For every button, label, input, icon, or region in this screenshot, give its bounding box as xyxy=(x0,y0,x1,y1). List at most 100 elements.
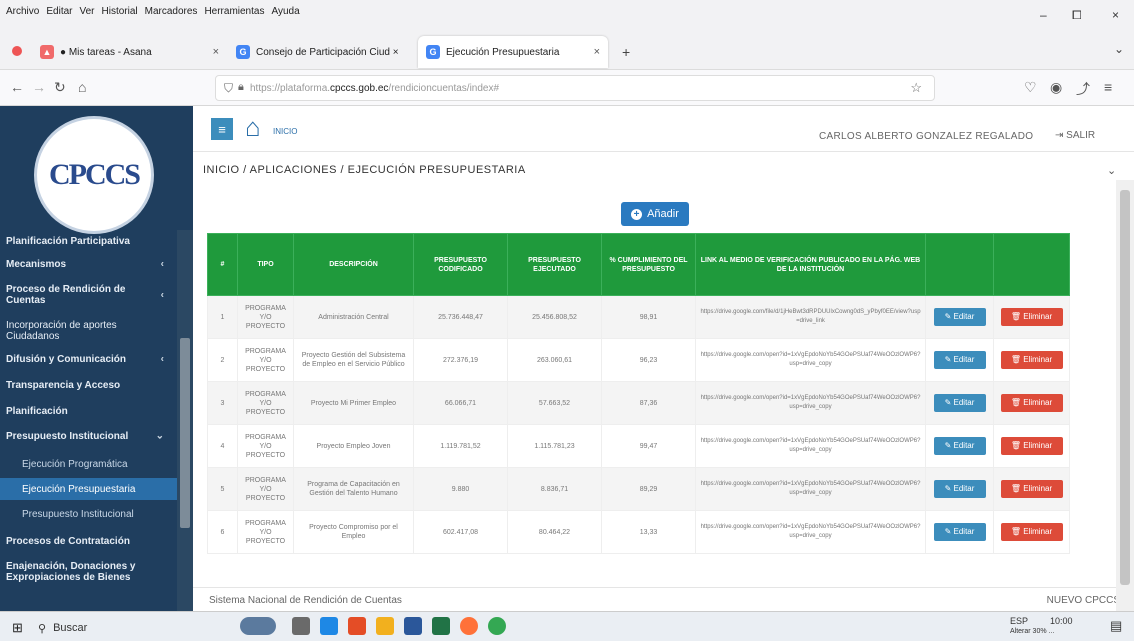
column-header-4[interactable]: PRESUPUESTO CODIFICADO xyxy=(413,233,508,296)
sidebar-toggle-button[interactable]: ≡ xyxy=(211,118,233,140)
add-button-label: Añadir xyxy=(647,208,679,220)
collapse-chevron-icon[interactable]: ⌄ xyxy=(1107,164,1116,177)
back-arrow-icon[interactable]: ← xyxy=(10,79,24,95)
edit-button[interactable]: ✎ Editar xyxy=(933,437,986,455)
edge-icon[interactable] xyxy=(320,617,338,635)
column-header-3[interactable]: DESCRIPCIÓN xyxy=(293,233,414,296)
logout-link[interactable]: ⇥ SALIR xyxy=(1055,130,1095,141)
bookmark-star-icon[interactable]: ☆ xyxy=(910,80,922,96)
file-explorer-icon[interactable] xyxy=(376,617,394,635)
cpccs-logo[interactable]: CPCCS xyxy=(34,116,154,234)
windows-start-icon[interactable]: ⊞ xyxy=(12,620,23,636)
menu-item-archivo[interactable]: Archivo xyxy=(6,6,39,17)
office-icon[interactable] xyxy=(348,617,366,635)
home-icon[interactable]: ⌂ xyxy=(78,79,86,95)
delete-button[interactable]: 🗑︎ Eliminar xyxy=(1000,480,1063,498)
delete-button[interactable]: 🗑︎ Eliminar xyxy=(1000,437,1063,455)
sidebar-item-6[interactable]: Transparencia y Acceso xyxy=(0,370,178,400)
home-icon[interactable]: ⌂ xyxy=(245,114,261,140)
reload-icon[interactable]: ↻ xyxy=(54,79,66,96)
page-scrollbar[interactable] xyxy=(1116,180,1134,611)
cell-link[interactable]: https://drive.google.com/open?id=1xVgEpd… xyxy=(695,467,926,511)
edit-button[interactable]: ✎ Editar xyxy=(933,308,986,326)
edit-button[interactable]: ✎ Editar xyxy=(933,351,986,369)
cell-link[interactable]: https://drive.google.com/open?id=1xVgEpd… xyxy=(695,510,926,554)
url-bar[interactable]: ⛉ 🔒︎ https://plataforma. cpccs.gob.ec/ren… xyxy=(215,75,935,101)
menu-item-historial[interactable]: Historial xyxy=(102,6,138,17)
sidebar-scroll-thumb[interactable] xyxy=(180,338,190,528)
column-header-6[interactable]: % CUMPLIMIENTO DEL PRESUPUESTO xyxy=(601,233,696,296)
notifications-icon[interactable]: ▤ xyxy=(1110,618,1122,634)
sidebar-item-1[interactable]: Planificación Participativa xyxy=(0,230,178,252)
close-window-button[interactable]: × xyxy=(1112,8,1119,22)
delete-button[interactable]: 🗑︎ Eliminar xyxy=(1000,351,1063,369)
sidebar-item-13[interactable]: Enajenación, Donaciones y Expropiaciones… xyxy=(0,554,178,590)
page-scroll-thumb[interactable] xyxy=(1120,190,1130,585)
cell-link[interactable]: https://drive.google.com/open?id=1xVgEpd… xyxy=(695,424,926,468)
lock-icon[interactable]: 🔒︎ xyxy=(238,81,244,94)
app-menu-icon[interactable]: ≡ xyxy=(1104,79,1112,95)
delete-button[interactable]: 🗑︎ Eliminar xyxy=(1000,394,1063,412)
tab-asana[interactable]: ▲ ● Mis tareas - Asana × xyxy=(32,36,227,68)
menu-item-marcadores[interactable]: Marcadores xyxy=(145,6,198,17)
word-icon[interactable] xyxy=(404,617,422,635)
task-view-icon[interactable] xyxy=(292,617,310,635)
close-tab-icon[interactable]: × xyxy=(594,46,600,58)
edit-button[interactable]: ✎ Editar xyxy=(933,394,986,412)
sidebar-item-9[interactable]: Ejecución Programática xyxy=(0,450,178,478)
cell-link[interactable]: https://drive.google.com/file/d/1jHeBwt3… xyxy=(695,295,926,339)
sidebar-item-12[interactable]: Procesos de Contratación xyxy=(0,528,178,554)
home-label[interactable]: INICIO xyxy=(273,127,297,136)
menu-item-herramientas[interactable]: Herramientas xyxy=(204,6,264,17)
widgets-icon[interactable] xyxy=(240,617,276,635)
sidebar-item-10[interactable]: Ejecución Presupuestaria xyxy=(0,478,178,500)
firefox-icon[interactable] xyxy=(460,617,478,635)
add-button[interactable]: + Añadir xyxy=(621,202,689,226)
tab-ejecucion-presupuestaria[interactable]: G Ejecución Presupuestaria × xyxy=(418,36,608,68)
pocket-icon[interactable]: ♡ xyxy=(1024,79,1037,96)
minimize-button[interactable]: – xyxy=(1040,8,1047,22)
column-header-2[interactable]: TIPO xyxy=(237,233,294,296)
tab-list-button[interactable]: ⌄ xyxy=(1114,42,1124,56)
delete-button[interactable]: 🗑︎ Eliminar xyxy=(1000,523,1063,541)
new-tab-button[interactable]: + xyxy=(622,44,630,60)
cell-desc: Proyecto Gestión del Subsistema de Emple… xyxy=(293,338,414,382)
close-tab-icon[interactable]: × xyxy=(213,46,219,58)
forward-arrow-icon[interactable]: → xyxy=(32,79,46,95)
excel-icon[interactable] xyxy=(432,617,450,635)
shield-icon[interactable]: ⛉ xyxy=(224,81,233,96)
cell-link[interactable]: https://drive.google.com/open?id=1xVgEpd… xyxy=(695,381,926,425)
cell-cod: 1.119.781,52 xyxy=(413,424,508,468)
tab-consejo[interactable]: G Consejo de Participación Ciud × xyxy=(228,36,414,68)
edit-button[interactable]: ✎ Editar xyxy=(933,480,986,498)
sidebar-item-4[interactable]: Incorporación de aportes Ciudadanos xyxy=(0,314,178,348)
column-header-7[interactable]: LINK AL MEDIO DE VERIFICACIÓN PUBLICADO … xyxy=(695,233,926,296)
column-header-5[interactable]: PRESUPUESTO EJECUTADO xyxy=(507,233,602,296)
sidebar-item-3[interactable]: Proceso de Rendición de Cuentas ‹ xyxy=(0,276,178,314)
sidebar-item-5[interactable]: Difusión y Comunicación ‹ xyxy=(0,348,178,370)
column-header-1[interactable]: # xyxy=(207,233,238,296)
cell-link[interactable]: https://drive.google.com/open?id=1xVgEpd… xyxy=(695,338,926,382)
account-icon[interactable]: ◉ xyxy=(1050,79,1062,96)
column-header-9[interactable] xyxy=(993,233,1070,296)
firefox-view-icon[interactable] xyxy=(12,46,22,56)
taskbar-search[interactable]: ⚲ Buscar xyxy=(38,618,228,638)
sidebar-item-11[interactable]: Presupuesto Institucional xyxy=(0,500,178,528)
sidebar-item-7[interactable]: Planificación xyxy=(0,400,178,422)
menu-item-ayuda[interactable]: Ayuda xyxy=(271,6,299,17)
edit-button[interactable]: ✎ Editar xyxy=(933,523,986,541)
chrome-icon[interactable] xyxy=(488,617,506,635)
sidebar-scrollbar[interactable] xyxy=(177,230,193,611)
column-header-8[interactable] xyxy=(925,233,994,296)
sidebar-item-2[interactable]: Mecanismos ‹ xyxy=(0,252,178,276)
cell-edit: ✎ Editar xyxy=(925,381,994,425)
sidebar-item-8[interactable]: Presupuesto Institucional ⌄ xyxy=(0,422,178,450)
cell-delete: 🗑︎ Eliminar xyxy=(993,467,1070,511)
menu-item-ver[interactable]: Ver xyxy=(79,6,94,17)
maximize-button[interactable]: ⧠ xyxy=(1072,8,1082,23)
plus-icon: + xyxy=(631,208,643,220)
menu-item-editar[interactable]: Editar xyxy=(46,6,72,17)
extensions-icon[interactable]: ⤴ xyxy=(1076,79,1090,99)
delete-button[interactable]: 🗑︎ Eliminar xyxy=(1000,308,1063,326)
system-tray[interactable]: ESP 10:00 Alterar 30% ... xyxy=(1010,616,1073,635)
